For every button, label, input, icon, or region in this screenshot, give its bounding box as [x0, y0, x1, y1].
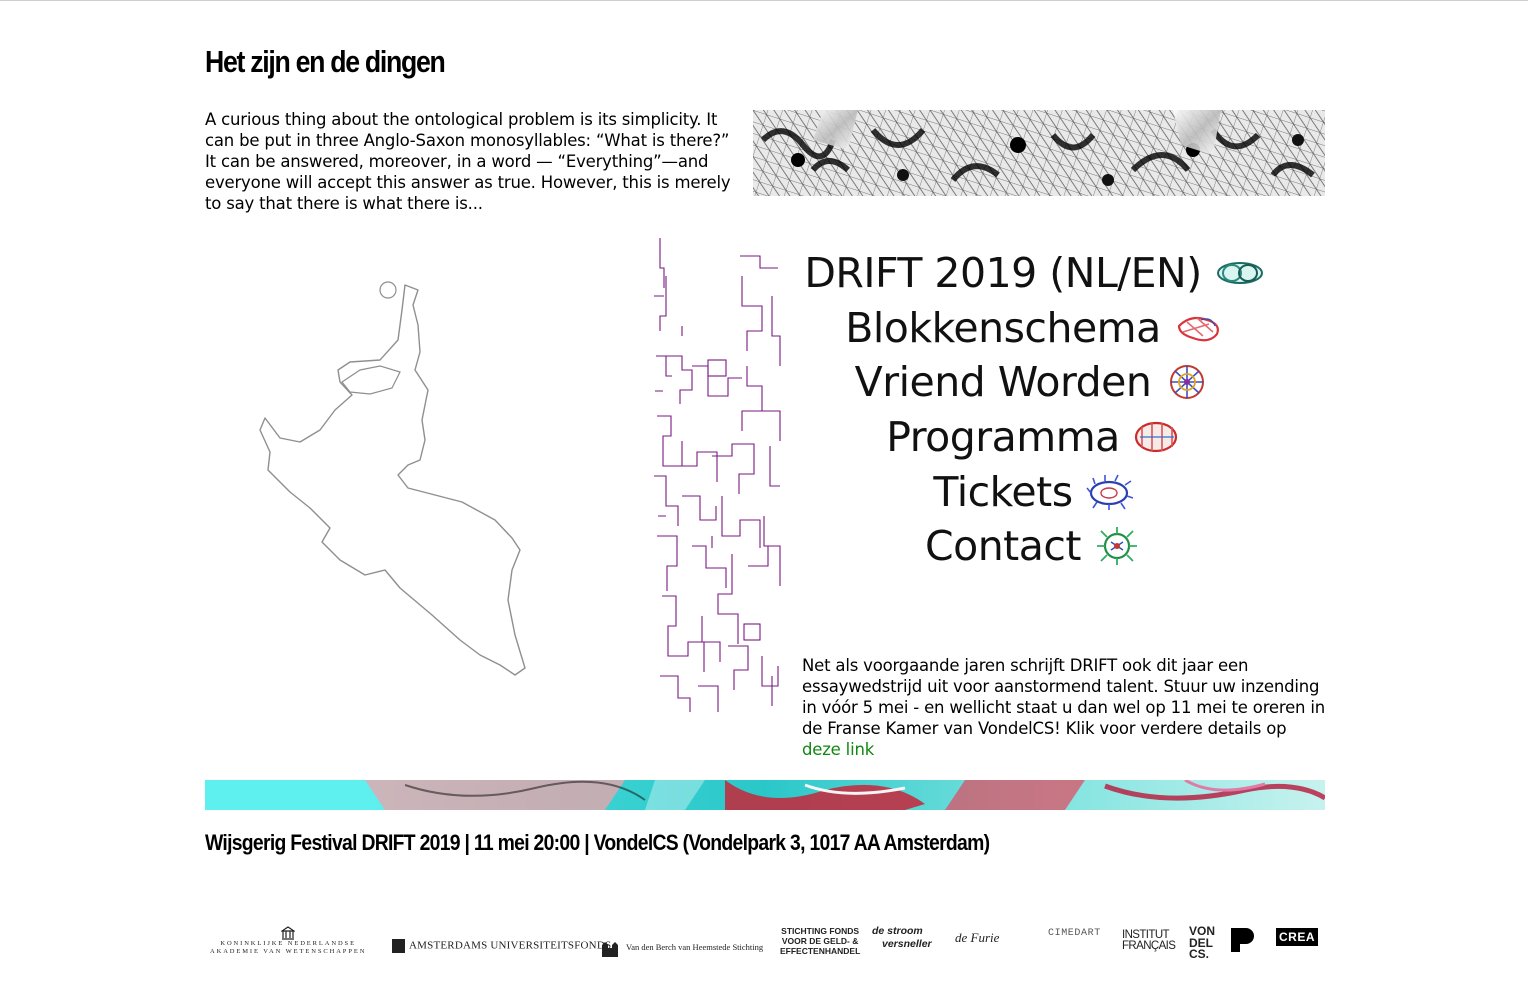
sponsor-stichting-fonds[interactable]: STICHTING FONDS VOOR DE GELD- & EFFECTEN… [780, 926, 860, 956]
vc-line-3: CS. [1189, 947, 1210, 961]
menu-item-drift-2019[interactable]: DRIFT 2019 (NL/EN) [804, 246, 1265, 301]
menu-item-vriend-worden[interactable]: Vriend Worden [855, 355, 1216, 410]
p-logo-icon[interactable] [1230, 927, 1256, 953]
knaw-line-2: AKADEMIE VAN WETENSCHAPPEN [210, 948, 367, 955]
menu-item-label: Tickets [933, 467, 1073, 516]
festival-info: Wijsgerig Festival DRIFT 2019 | 11 mei 2… [205, 830, 990, 855]
sf-line-2: VOOR DE GELD- & [781, 936, 859, 946]
map-outline-drawing [259, 281, 526, 676]
vdb-label: Van den Berch van Heemstede Stichting [626, 941, 764, 952]
top-banner-image [753, 110, 1325, 196]
main-menu: DRIFT 2019 (NL/EN) Blokkenschema Vriend … [804, 246, 1265, 574]
menu-item-programma[interactable]: Programma [886, 410, 1184, 465]
menu-item-blokkenschema[interactable]: Blokkenschema [845, 301, 1225, 356]
menu-item-label: Vriend Worden [854, 358, 1152, 407]
red-wire-knot-icon [1177, 316, 1219, 342]
sponsor-de-furie[interactable]: de Furie [955, 930, 999, 946]
ds-line-2: versneller [882, 938, 932, 950]
green-coral-icon [1097, 527, 1137, 566]
menu-item-label: Contact [924, 522, 1082, 571]
page-title: Het zijn en de dingen [205, 44, 446, 79]
sponsor-stroomversneller[interactable]: de stroom versneller [872, 925, 932, 951]
sponsor-auf[interactable]: AMSTERDAMS UNIVERSITEITSFONDS [392, 939, 611, 953]
blurb-text: Net als voorgaande jaren schrijft DRIFT … [802, 656, 1325, 738]
df-label: de Furie [955, 930, 1000, 945]
sponsor-logos: KONINKLIJKE NEDERLANDSE AKADEMIE VAN WET… [205, 918, 1325, 968]
maze-pattern [654, 238, 781, 712]
sponsor-vdb[interactable]: Van den Berch van Heemstede Stichting [600, 938, 763, 958]
shield-icon [392, 939, 405, 953]
menu-item-label: Programma [886, 413, 1120, 462]
menu-item-label: DRIFT 2019 (NL/EN) [804, 249, 1202, 298]
if-line-2: FRANÇAIS [1122, 940, 1176, 952]
intro-paragraph: A curious thing about the ontological pr… [205, 110, 731, 213]
wireframe-ring-icon [1216, 262, 1263, 285]
auf-label: AMSTERDAMS UNIVERSITEITSFONDS [409, 939, 612, 952]
sponsor-knaw[interactable]: KONINKLIJKE NEDERLANDSE AKADEMIE VAN WET… [210, 926, 366, 956]
menu-item-tickets[interactable]: Tickets [933, 464, 1136, 519]
sponsor-crea[interactable]: CREA [1276, 928, 1319, 946]
multicolor-wire-sphere-icon [1170, 365, 1205, 400]
bottom-banner-image [205, 780, 1325, 810]
building-icon [281, 926, 296, 940]
sponsor-cimedart[interactable]: CIMEDART [1048, 928, 1101, 939]
blue-spiky-ring-icon [1085, 474, 1133, 510]
top-divider [0, 0, 1528, 1]
sf-line-1: STICHTING FONDS [781, 926, 860, 936]
sponsor-vondelcs[interactable]: VON DEL CS. [1189, 925, 1215, 961]
cimedart-label: CIMEDART [1048, 928, 1101, 939]
knaw-line-1: KONINKLIJKE NEDERLANDSE [220, 940, 356, 947]
crea-label: CREA [1279, 930, 1316, 944]
essay-contest-blurb: Net als voorgaande jaren schrijft DRIFT … [802, 655, 1327, 760]
sf-line-3: EFFECTENHANDEL [780, 946, 861, 956]
sponsor-institut-francais[interactable]: INSTITUT FRANÇAIS [1122, 929, 1176, 952]
castle-icon [602, 942, 618, 957]
red-wire-cylinder-icon [1134, 421, 1177, 453]
details-link[interactable]: deze link [802, 740, 874, 759]
menu-item-contact[interactable]: Contact [925, 519, 1145, 574]
ds-line-1: de stroom [872, 925, 923, 937]
menu-item-label: Blokkenschema [845, 303, 1161, 352]
